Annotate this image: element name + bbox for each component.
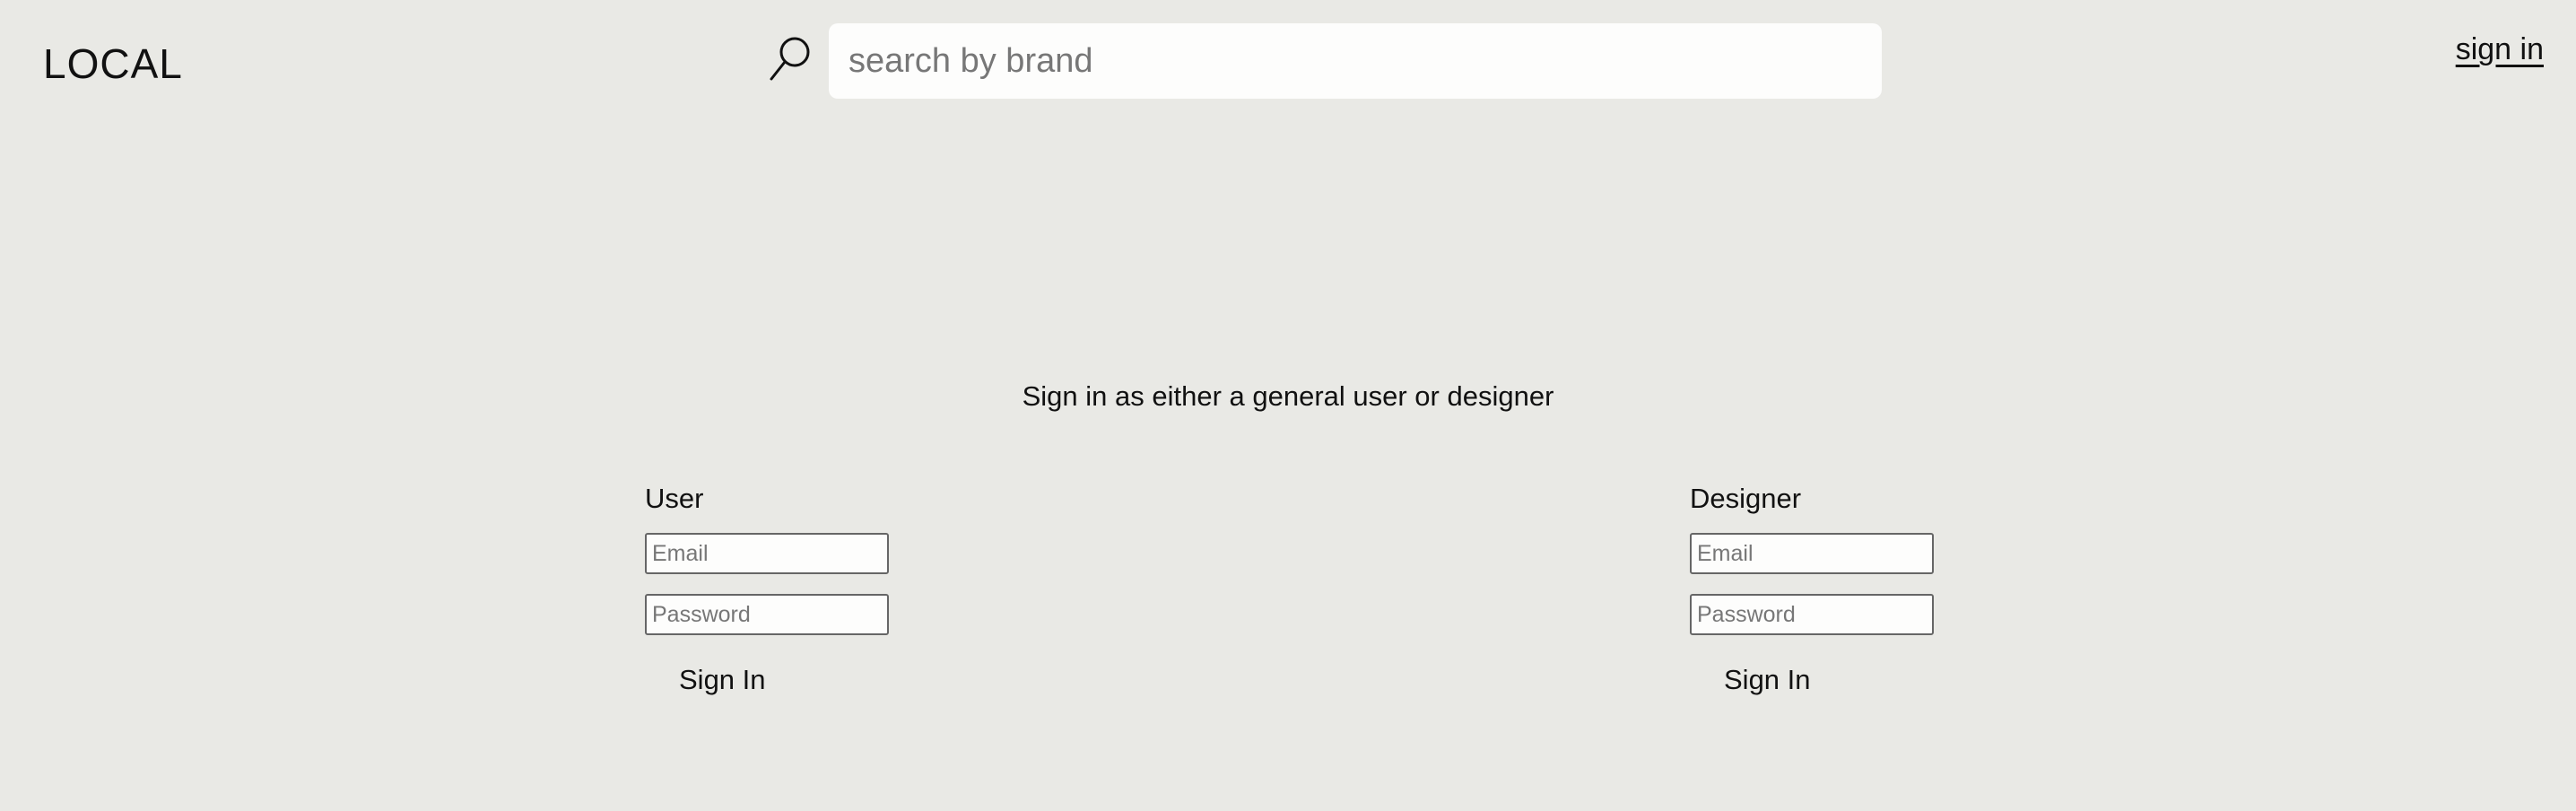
page-subtitle: Sign in as either a general user or desi…: [1022, 380, 1554, 412]
designer-form-heading: Designer: [1690, 483, 1802, 514]
sign-in-link[interactable]: sign in: [2456, 32, 2544, 67]
designer-password-field[interactable]: [1690, 594, 1934, 635]
user-sign-in-button[interactable]: Sign In: [679, 664, 766, 696]
user-sign-in-form: User Sign In: [645, 481, 914, 696]
designer-email-field[interactable]: [1690, 533, 1934, 574]
designer-sign-in-button[interactable]: Sign In: [1724, 664, 1811, 696]
search-icon[interactable]: [768, 34, 813, 84]
search-input[interactable]: [829, 23, 1882, 99]
user-form-heading: User: [645, 483, 704, 514]
designer-sign-in-form: Designer Sign In: [1690, 481, 1959, 696]
user-email-field[interactable]: [645, 533, 889, 574]
logo[interactable]: LOCAL: [43, 39, 183, 88]
user-password-field[interactable]: [645, 594, 889, 635]
